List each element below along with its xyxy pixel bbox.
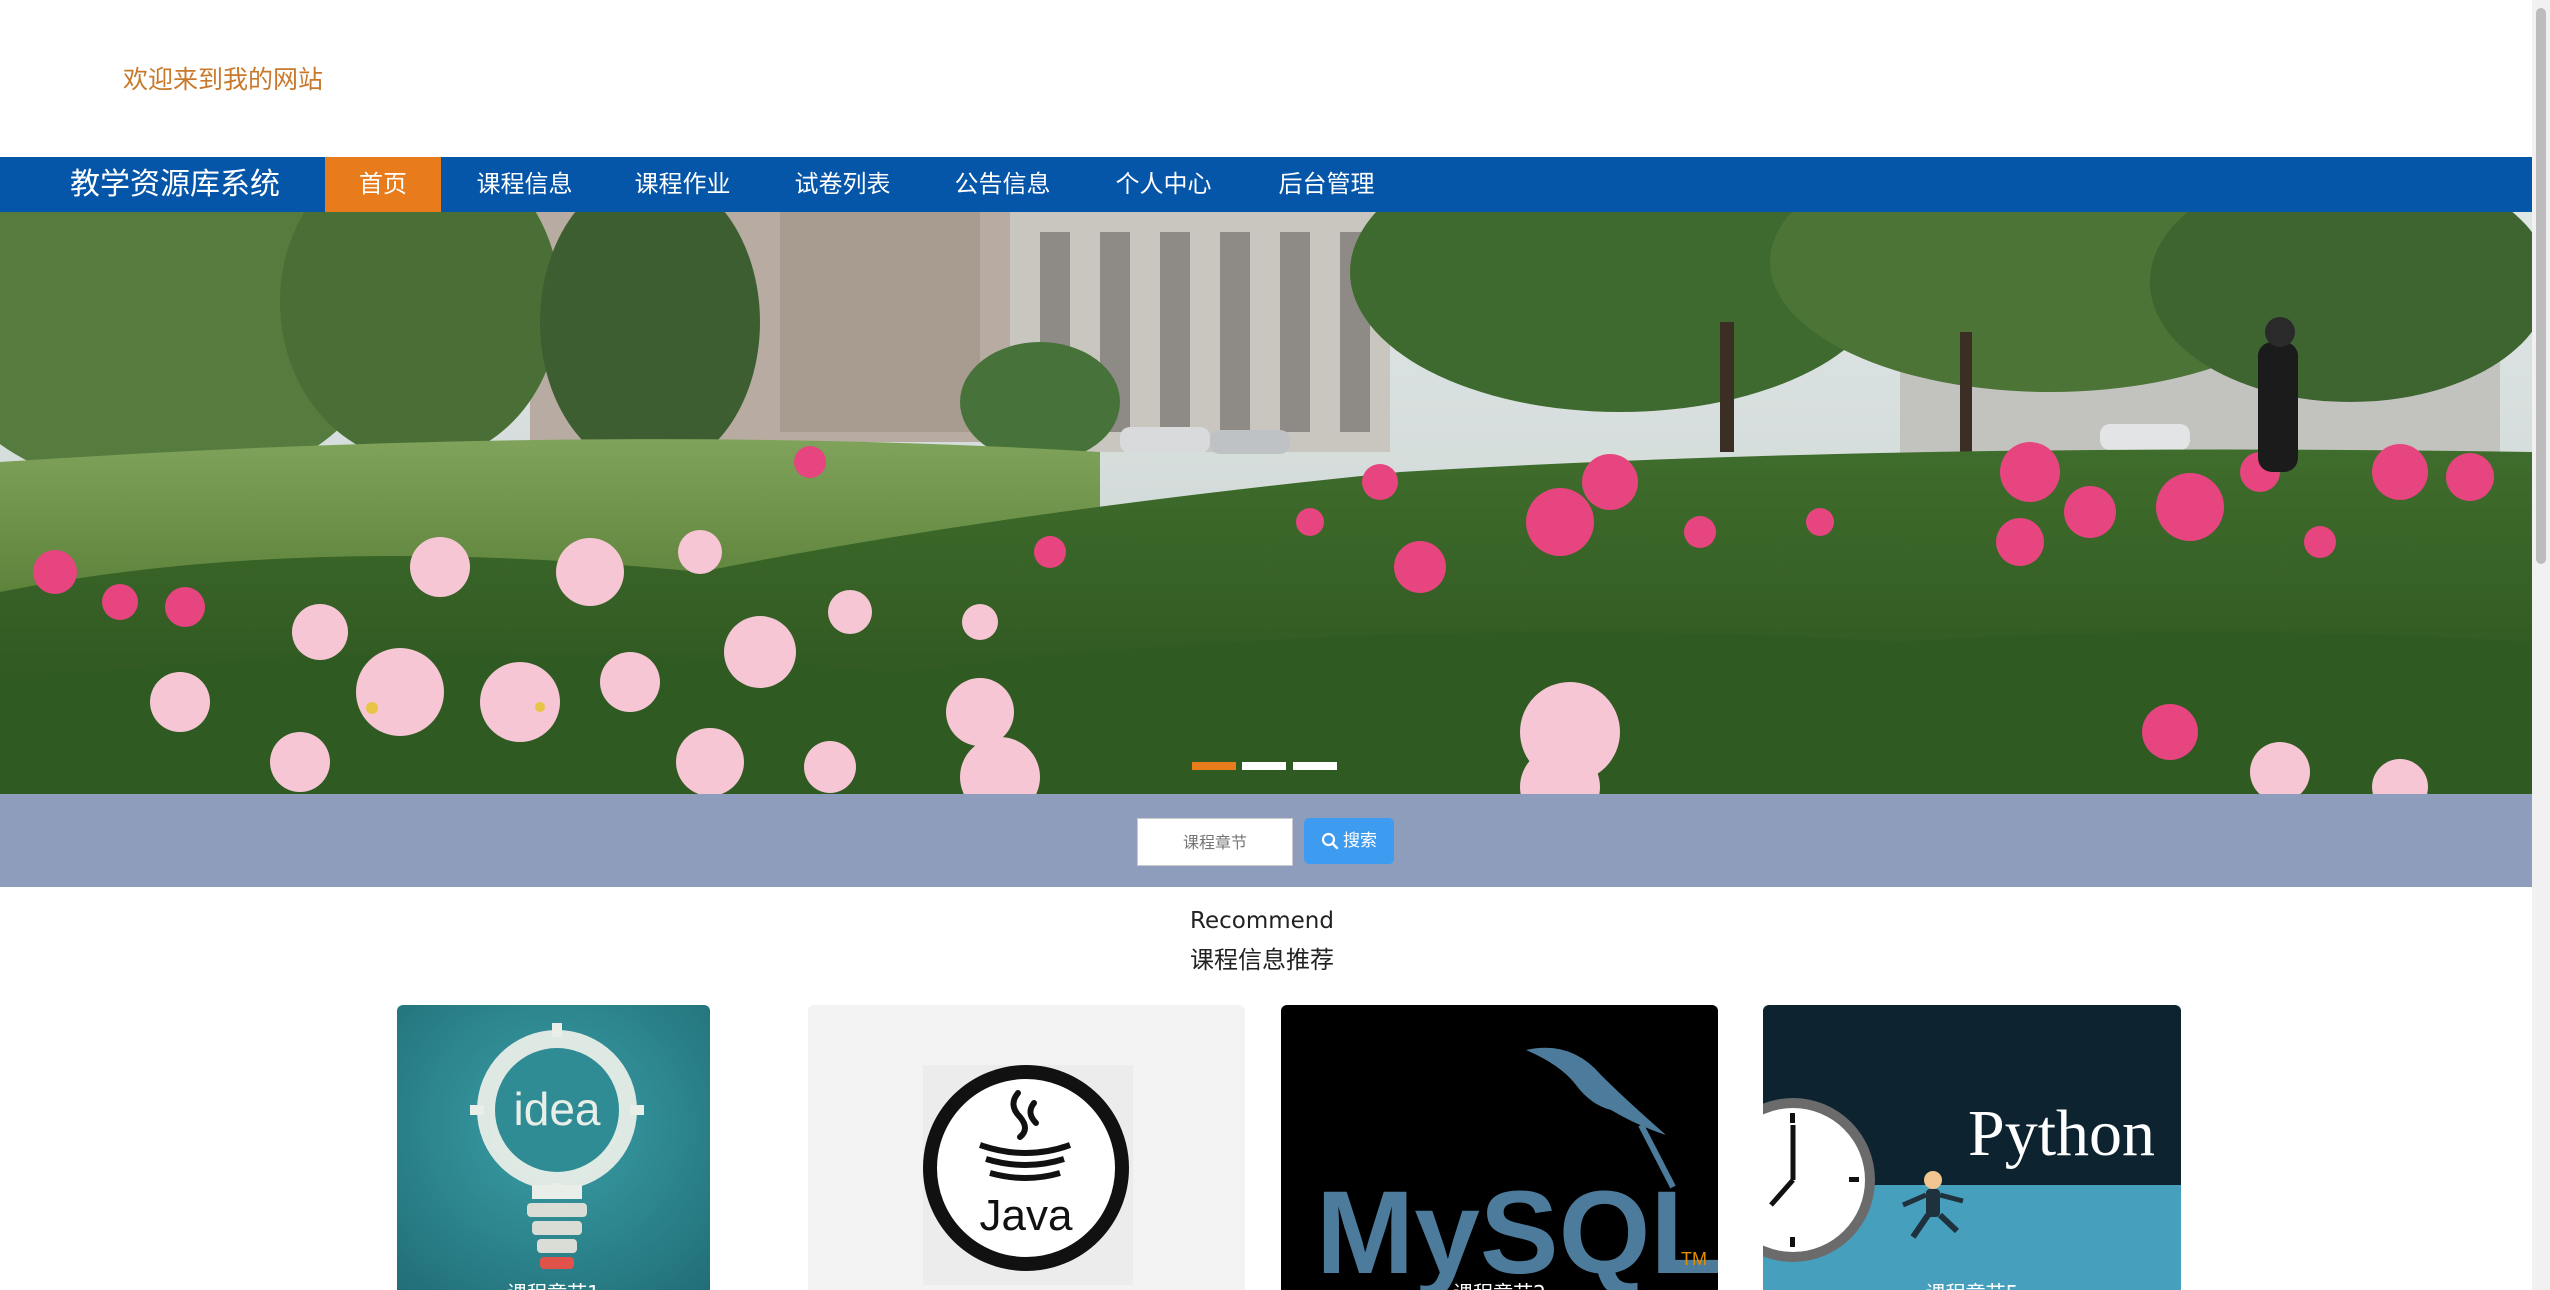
course-card-title: 课程章节1 — [397, 1277, 710, 1290]
page: 欢迎来到我的网站 教学资源库系统 首页 课程信息 课程作业 试卷列表 公告信息 … — [0, 0, 2532, 1290]
nav-item-announcements[interactable]: 公告信息 — [940, 157, 1065, 212]
top-header: 欢迎来到我的网站 — [0, 0, 2532, 157]
search-button[interactable]: 搜索 — [1304, 818, 1394, 864]
svg-text:Java: Java — [980, 1191, 1073, 1240]
nav-item-course-info[interactable]: 课程信息 — [462, 157, 587, 212]
carousel-dot-3[interactable] — [1293, 762, 1337, 770]
course-card[interactable]: idea 课程章节1 — [397, 1005, 710, 1290]
course-card-image: Python — [1763, 1005, 2181, 1290]
recommend-title-cn: 课程信息推荐 — [1190, 946, 1334, 974]
main-navbar: 教学资源库系统 首页 课程信息 课程作业 试卷列表 公告信息 个人中心 后台管理 — [0, 157, 2532, 212]
search-button-label: 搜索 — [1343, 831, 1377, 851]
svg-text:Python: Python — [1968, 1097, 2155, 1170]
svg-text:MySQL: MySQL — [1316, 1167, 1718, 1290]
search-input[interactable] — [1137, 818, 1293, 866]
nav-item-exam-list[interactable]: 试卷列表 — [780, 157, 905, 212]
recommend-title-en: Recommend — [1190, 908, 1334, 934]
course-card-image: Java — [808, 1005, 1245, 1290]
hero-carousel[interactable] — [0, 212, 2532, 794]
course-card-image: MySQL TM — [1281, 1005, 1718, 1290]
welcome-text: 欢迎来到我的网站 — [123, 65, 324, 94]
scrollbar-thumb[interactable] — [2536, 8, 2546, 564]
svg-text:TM: TM — [1681, 1249, 1707, 1269]
svg-text:idea: idea — [514, 1083, 601, 1135]
search-icon — [1321, 832, 1339, 850]
carousel-dot-2[interactable] — [1242, 762, 1286, 770]
nav-item-personal-center[interactable]: 个人中心 — [1101, 157, 1226, 212]
nav-item-course-homework[interactable]: 课程作业 — [620, 157, 745, 212]
carousel-dot-1[interactable] — [1192, 762, 1236, 770]
course-card[interactable]: MySQL TM 课程章节2 — [1281, 1005, 1718, 1290]
course-card[interactable]: Python 课程章节5 — [1763, 1005, 2181, 1290]
site-brand: 教学资源库系统 — [70, 167, 280, 202]
carousel-image — [0, 212, 2532, 794]
vertical-scrollbar[interactable] — [2532, 0, 2550, 1290]
course-card-title: 课程章节5 — [1763, 1277, 2181, 1290]
nav-item-admin[interactable]: 后台管理 — [1264, 157, 1389, 212]
course-card-title: 课程章节2 — [1281, 1277, 1718, 1290]
course-card[interactable]: Java — [808, 1005, 1245, 1290]
search-band: 搜索 — [0, 794, 2532, 887]
nav-item-home[interactable]: 首页 — [325, 157, 441, 212]
course-card-image: idea — [397, 1005, 710, 1290]
